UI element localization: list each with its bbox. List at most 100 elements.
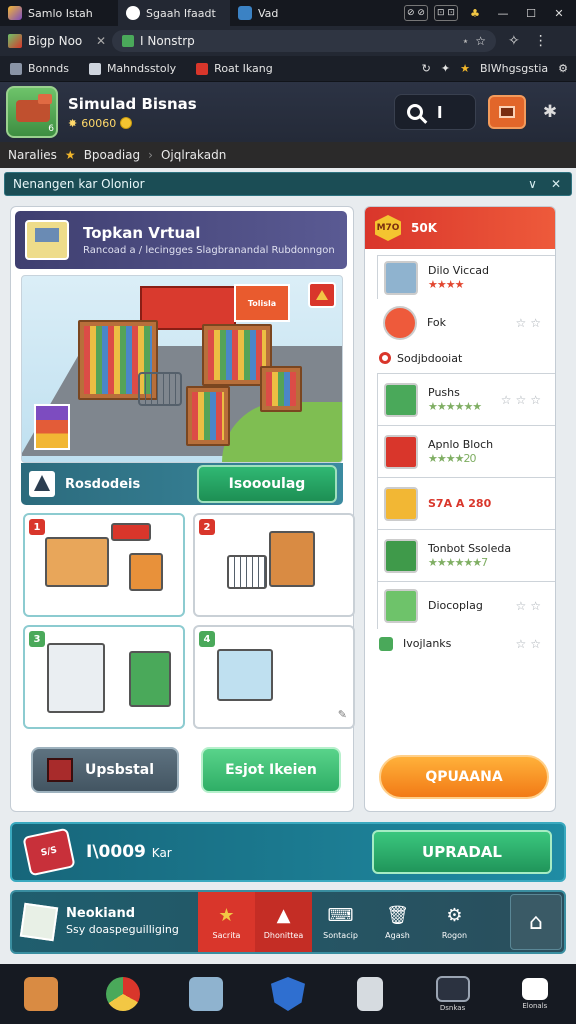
list-item[interactable]: Diocoplag ☆☆ bbox=[377, 581, 555, 629]
item-name: Dilo Viccad bbox=[428, 263, 489, 277]
promo-upgrade-button[interactable]: UPRADAL bbox=[372, 830, 552, 874]
bookmark-right-label[interactable]: BIWhgsgstia bbox=[480, 62, 548, 75]
active-tab-label: Bigp Noo bbox=[28, 34, 83, 48]
sale-badge-icon bbox=[383, 306, 417, 340]
pin-icon[interactable]: ✦ bbox=[441, 62, 450, 75]
active-tab[interactable]: Bigp Noo ✕ bbox=[0, 34, 112, 48]
edit-icon[interactable]: ✎ bbox=[338, 708, 347, 721]
item-tile-2[interactable]: 2 bbox=[193, 513, 355, 617]
list-item[interactable]: Fok ☆☆ bbox=[365, 303, 555, 343]
dock-terminal[interactable]: Dsnkas bbox=[433, 974, 473, 1014]
item-tile-3[interactable]: 3 bbox=[23, 625, 185, 729]
list-item[interactable]: Dilo Viccad ★★★★ bbox=[377, 255, 555, 299]
nav-item-sontacip[interactable]: ⌨ Sontacip bbox=[312, 892, 369, 952]
close-icon[interactable]: ✕ bbox=[546, 3, 572, 23]
gear-icon: ⚙ bbox=[446, 905, 463, 926]
app-logo[interactable]: 6 bbox=[6, 86, 58, 138]
star-icon: ★ bbox=[460, 62, 470, 75]
nav-item-agash[interactable]: 🗑 Agash bbox=[369, 892, 426, 952]
rating-stars: ★★★★★★ bbox=[428, 399, 482, 413]
dock-notes[interactable] bbox=[186, 974, 226, 1014]
search-input[interactable]: l bbox=[394, 94, 476, 130]
pin-icon[interactable]: ⋆ bbox=[462, 34, 470, 48]
chevron-down-icon[interactable]: ∨ bbox=[528, 177, 537, 191]
puzzle-icon[interactable]: ✧ bbox=[508, 33, 520, 49]
dock-store[interactable] bbox=[21, 974, 61, 1014]
shop-front-icon bbox=[129, 651, 171, 707]
scene-action-button[interactable]: Isoooulag bbox=[197, 465, 337, 503]
home-button[interactable]: ⌂ bbox=[510, 894, 562, 950]
url-field[interactable]: I Nonstrp ⋆ ☆ bbox=[112, 30, 496, 52]
favorite-icon[interactable]: ✱ bbox=[538, 102, 562, 122]
store-scene[interactable]: Tolisla bbox=[21, 275, 343, 463]
empty-stars: ☆☆ bbox=[515, 316, 545, 330]
start-button[interactable]: Esjot Ikeien bbox=[201, 747, 341, 793]
breadcrumb-item[interactable]: Naralies bbox=[8, 148, 57, 162]
breadcrumb-item[interactable]: Ojqlrakadn bbox=[161, 148, 226, 162]
warning-badge-icon[interactable] bbox=[308, 282, 336, 308]
extension-icon[interactable]: ♣ bbox=[462, 3, 488, 23]
cardboard-box-icon bbox=[269, 531, 315, 587]
maximize-icon[interactable]: ☐ bbox=[518, 3, 544, 23]
shield-icon bbox=[270, 977, 305, 1011]
bookmark-star-icon[interactable]: ☆ bbox=[475, 34, 486, 48]
nav-item-sacrita[interactable]: ★ Sacrita bbox=[198, 892, 255, 952]
ranking-title: 50K bbox=[411, 221, 437, 235]
shelf bbox=[186, 386, 230, 446]
close-tab-icon[interactable]: ✕ bbox=[96, 34, 106, 48]
promo-banner: S/S I\0009 Kar UPRADAL bbox=[10, 822, 566, 882]
item-tile-4[interactable]: 4 ✎ bbox=[193, 625, 355, 729]
file-icon bbox=[357, 977, 384, 1011]
crate-thumb-icon bbox=[384, 382, 418, 417]
nav-item-label: Dhonittea bbox=[263, 930, 304, 940]
list-item[interactable]: S7A A 280 bbox=[377, 477, 555, 529]
item-name: Apnlo Bloch bbox=[428, 437, 494, 451]
dock-menu[interactable]: Elonals bbox=[515, 974, 555, 1014]
empty-stars: ☆☆ bbox=[515, 637, 545, 651]
browser-tab-2[interactable]: Sgaah Ifaadt bbox=[118, 0, 230, 26]
empty-stars: ☆☆ bbox=[515, 598, 545, 613]
minimize-icon[interactable]: — bbox=[490, 3, 516, 23]
window-box-2[interactable]: ⊡ ⊡ bbox=[434, 5, 458, 21]
breadcrumb: Naralies ★ Bpoadiag › Ojqlrakadn bbox=[0, 142, 576, 168]
kiosk-icon bbox=[47, 643, 105, 713]
window-box-1[interactable]: ⊘ ⊘ bbox=[404, 5, 428, 21]
menu-dots-icon[interactable]: ⋮ bbox=[534, 33, 548, 49]
store-button[interactable] bbox=[488, 95, 526, 129]
dock-chrome[interactable] bbox=[103, 974, 143, 1014]
dock-label: Dsnkas bbox=[439, 1004, 466, 1012]
dock-shield[interactable] bbox=[268, 974, 308, 1014]
list-item[interactable]: Apnlo Bloch ★★★★20 bbox=[377, 425, 555, 477]
arrow-icon bbox=[88, 62, 101, 75]
home-icon: ⌂ bbox=[529, 909, 543, 935]
tab-label: Vad bbox=[258, 6, 279, 20]
reload-icon[interactable]: ↻ bbox=[422, 62, 431, 75]
upgrade-button[interactable]: Upsbstal bbox=[31, 747, 179, 793]
cart-icon bbox=[138, 372, 182, 406]
panel-title: Nenangen kar Olonior bbox=[13, 177, 145, 191]
browser-tab-3[interactable]: Vad bbox=[230, 0, 338, 26]
bookmark-2[interactable]: Mahndsstoly bbox=[79, 62, 186, 75]
dock-label: Elonals bbox=[522, 1002, 548, 1010]
close-icon[interactable]: ✕ bbox=[551, 177, 561, 191]
browser-tab-1[interactable]: Samlo Istah bbox=[0, 0, 118, 26]
hero-subtitle: Rancoad a / lecingges Slagbranandal Rubd… bbox=[83, 244, 335, 256]
bookmark-1[interactable]: Bonnds bbox=[0, 62, 79, 75]
stall-thumb-icon bbox=[384, 538, 418, 573]
bookmark-3[interactable]: Roat Ikang bbox=[186, 62, 283, 75]
section-title: Sodjbdooiat bbox=[397, 351, 463, 365]
list-item[interactable]: Pushs ★★★★★★ ☆☆☆ bbox=[377, 373, 555, 425]
bookmark-label: Bonnds bbox=[28, 62, 69, 75]
settings-icon[interactable]: ⚙ bbox=[558, 62, 568, 75]
ranking-cta-button[interactable]: QPUAANA bbox=[379, 755, 549, 799]
breadcrumb-item[interactable]: Bpoadiag bbox=[84, 148, 140, 162]
hero-title: Topkan Vrtual bbox=[83, 223, 201, 242]
item-tile-1[interactable]: 1 bbox=[23, 513, 185, 617]
list-item[interactable]: Ivojlanks ☆☆ bbox=[365, 631, 555, 657]
nav-item-dhonittea[interactable]: ▲ Dhonittea bbox=[255, 892, 312, 952]
promo-value: I\0009 bbox=[86, 842, 146, 862]
nav-item-rogon[interactable]: ⚙ Rogon bbox=[426, 892, 483, 952]
list-item[interactable]: Tonbot Ssoleda ★★★★★★7 bbox=[377, 529, 555, 581]
dock-file[interactable] bbox=[350, 974, 390, 1014]
triangle-icon: ▲ bbox=[276, 905, 291, 926]
